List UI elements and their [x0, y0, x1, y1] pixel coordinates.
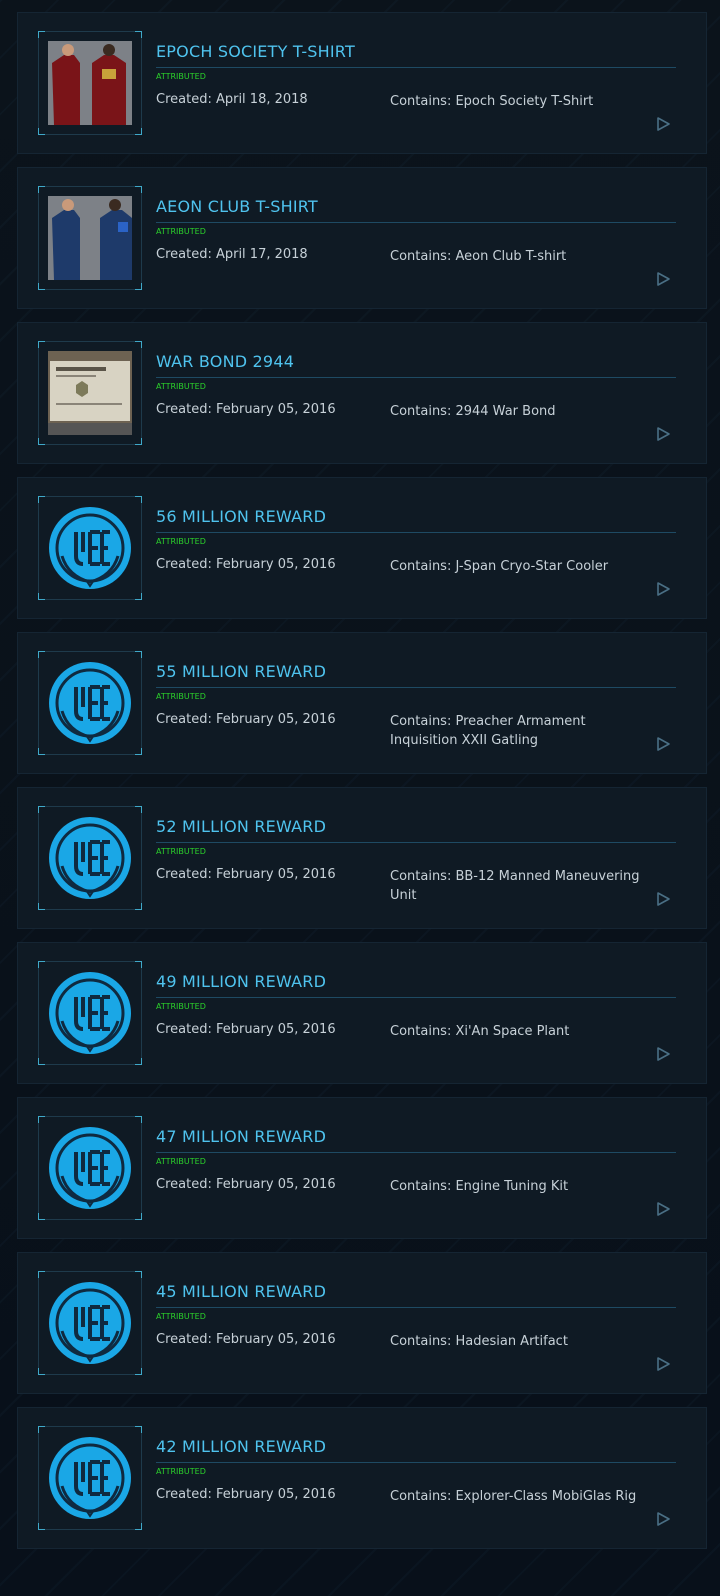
expand-arrow-icon[interactable] — [655, 736, 671, 752]
tshirt-photo-icon — [48, 196, 132, 280]
created-date: Created: February 05, 2016 — [156, 557, 336, 572]
contains-text: Contains: Preacher Armament Inquisition … — [390, 714, 586, 748]
created-date: Created: February 05, 2016 — [156, 1177, 336, 1192]
title-divider — [156, 532, 676, 533]
pledge-card[interactable]: EPOCH SOCIETY T-SHIRT ATTRIBUTED Created… — [17, 12, 707, 154]
expand-arrow-icon[interactable] — [655, 1201, 671, 1217]
contains-text: Contains: BB-12 Manned Maneuvering Unit — [390, 869, 640, 903]
expand-arrow-icon[interactable] — [655, 581, 671, 597]
uee-logo-icon — [49, 662, 131, 744]
pledge-card[interactable]: 52 MILLION REWARD ATTRIBUTED Created: Fe… — [17, 787, 707, 929]
uee-logo-icon — [49, 507, 131, 589]
item-thumbnail[interactable] — [38, 1426, 142, 1530]
uee-logo-icon — [49, 1127, 131, 1209]
uee-logo-icon — [49, 1437, 131, 1519]
status-badge: ATTRIBUTED — [156, 1467, 206, 1476]
title-divider — [156, 1152, 676, 1153]
contains-text: Contains: Xi'An Space Plant — [390, 1024, 570, 1039]
created-date: Created: February 05, 2016 — [156, 1332, 336, 1347]
title-divider — [156, 222, 676, 223]
expand-arrow-icon[interactable] — [655, 426, 671, 442]
pledge-card[interactable]: 55 MILLION REWARD ATTRIBUTED Created: Fe… — [17, 632, 707, 774]
expand-arrow-icon[interactable] — [655, 1356, 671, 1372]
title-divider — [156, 842, 676, 843]
status-badge: ATTRIBUTED — [156, 692, 206, 701]
contains-text: Contains: Engine Tuning Kit — [390, 1179, 569, 1194]
pledge-card[interactable]: 42 MILLION REWARD ATTRIBUTED Created: Fe… — [17, 1407, 707, 1549]
status-badge: ATTRIBUTED — [156, 1157, 206, 1166]
created-date: Created: February 05, 2016 — [156, 712, 336, 727]
pledge-card[interactable]: AEON CLUB T-SHIRT ATTRIBUTED Created: Ap… — [17, 167, 707, 309]
contains-text: Contains: J-Span Cryo-Star Cooler — [390, 559, 609, 574]
item-thumbnail[interactable] — [38, 651, 142, 755]
pledge-card[interactable]: 47 MILLION REWARD ATTRIBUTED Created: Fe… — [17, 1097, 707, 1239]
expand-arrow-icon[interactable] — [655, 116, 671, 132]
pledge-card[interactable]: 45 MILLION REWARD ATTRIBUTED Created: Fe… — [17, 1252, 707, 1394]
uee-logo-icon — [49, 972, 131, 1054]
item-title: 52 MILLION REWARD — [156, 817, 327, 836]
status-badge: ATTRIBUTED — [156, 537, 206, 546]
item-title: 45 MILLION REWARD — [156, 1282, 327, 1301]
title-divider — [156, 377, 676, 378]
title-divider — [156, 67, 676, 68]
created-date: Created: February 05, 2016 — [156, 402, 336, 417]
status-badge: ATTRIBUTED — [156, 227, 206, 236]
expand-arrow-icon[interactable] — [655, 271, 671, 287]
item-thumbnail[interactable] — [38, 496, 142, 600]
item-thumbnail[interactable] — [38, 961, 142, 1065]
pledge-card[interactable]: WAR BOND 2944 ATTRIBUTED Created: Februa… — [17, 322, 707, 464]
item-thumbnail[interactable] — [38, 186, 142, 290]
uee-logo-icon — [49, 1282, 131, 1364]
title-divider — [156, 1307, 676, 1308]
created-date: Created: February 05, 2016 — [156, 1487, 336, 1502]
pledge-card[interactable]: 49 MILLION REWARD ATTRIBUTED Created: Fe… — [17, 942, 707, 1084]
created-date: Created: April 18, 2018 — [156, 92, 308, 107]
contains-text: Contains: Aeon Club T-shirt — [390, 249, 567, 264]
item-title: 56 MILLION REWARD — [156, 507, 327, 526]
war-bond-certificate-icon — [48, 351, 132, 435]
expand-arrow-icon[interactable] — [655, 1511, 671, 1527]
created-date: Created: April 17, 2018 — [156, 247, 308, 262]
title-divider — [156, 1462, 676, 1463]
item-thumbnail[interactable] — [38, 1271, 142, 1375]
tshirt-photo-icon — [48, 41, 132, 125]
title-divider — [156, 687, 676, 688]
expand-arrow-icon[interactable] — [655, 1046, 671, 1062]
created-date: Created: February 05, 2016 — [156, 867, 336, 882]
item-thumbnail[interactable] — [38, 31, 142, 135]
contains-text: Contains: Explorer-Class MobiGlas Rig — [390, 1489, 637, 1504]
contains-text: Contains: 2944 War Bond — [390, 404, 556, 419]
item-title: 42 MILLION REWARD — [156, 1437, 327, 1456]
item-title: 55 MILLION REWARD — [156, 662, 327, 681]
item-title: AEON CLUB T-SHIRT — [156, 197, 318, 216]
title-divider — [156, 997, 676, 998]
status-badge: ATTRIBUTED — [156, 847, 206, 856]
contains-text: Contains: Epoch Society T-Shirt — [390, 94, 594, 109]
expand-arrow-icon[interactable] — [655, 891, 671, 907]
pledge-card[interactable]: 56 MILLION REWARD ATTRIBUTED Created: Fe… — [17, 477, 707, 619]
item-title: 49 MILLION REWARD — [156, 972, 327, 991]
status-badge: ATTRIBUTED — [156, 1002, 206, 1011]
item-thumbnail[interactable] — [38, 341, 142, 445]
item-title: 47 MILLION REWARD — [156, 1127, 327, 1146]
item-title: WAR BOND 2944 — [156, 352, 295, 371]
item-thumbnail[interactable] — [38, 1116, 142, 1220]
contains-text: Contains: Hadesian Artifact — [390, 1334, 568, 1349]
status-badge: ATTRIBUTED — [156, 1312, 206, 1321]
created-date: Created: February 05, 2016 — [156, 1022, 336, 1037]
status-badge: ATTRIBUTED — [156, 72, 206, 81]
uee-logo-icon — [49, 817, 131, 899]
status-badge: ATTRIBUTED — [156, 382, 206, 391]
item-title: EPOCH SOCIETY T-SHIRT — [156, 42, 355, 61]
item-thumbnail[interactable] — [38, 806, 142, 910]
